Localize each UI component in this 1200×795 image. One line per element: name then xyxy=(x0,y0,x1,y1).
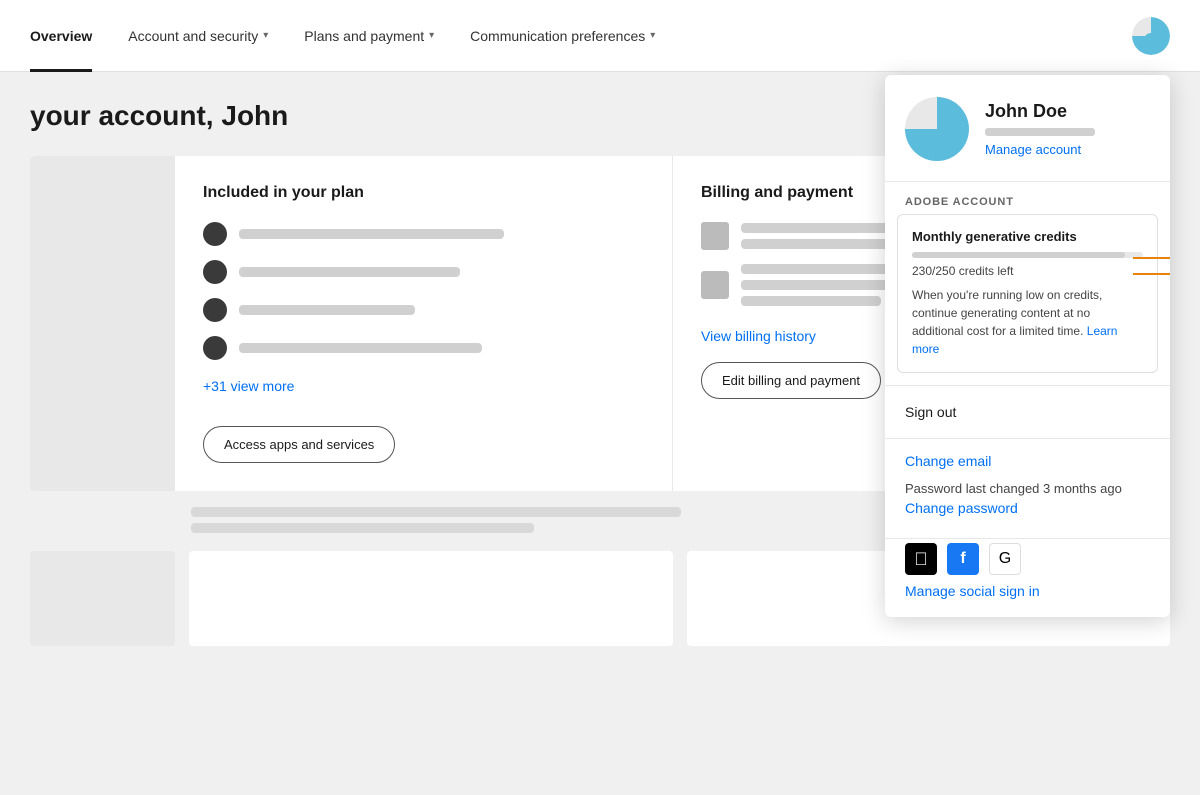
spacer xyxy=(30,507,175,541)
left-panel-skeleton xyxy=(30,156,175,491)
bottom-left-card xyxy=(30,551,175,646)
billing-icon-1 xyxy=(701,222,729,250)
avatar-circle xyxy=(1132,17,1170,55)
facebook-icon: f xyxy=(947,543,979,575)
plan-icon-2 xyxy=(203,260,227,284)
nav-plans-payment-label: Plans and payment xyxy=(304,28,424,44)
plan-line-3 xyxy=(239,305,415,315)
popup-name-bar-skeleton xyxy=(985,128,1095,136)
sign-out-button[interactable]: Sign out xyxy=(885,390,1170,434)
plan-item-3 xyxy=(203,298,644,322)
annotation-b: B xyxy=(1133,266,1170,281)
popup-username: John Doe xyxy=(985,101,1095,122)
plan-line-4 xyxy=(239,343,482,353)
password-last-changed: Password last changed 3 months ago xyxy=(905,481,1150,496)
social-icons-row:  f G xyxy=(905,543,1150,575)
billing-line-2c xyxy=(741,296,881,306)
nav-account-security-label: Account and security xyxy=(128,28,258,44)
annotation-b-line xyxy=(1133,273,1170,275)
apple-icon:  xyxy=(905,543,937,575)
nav-account-security[interactable]: Account and security ▾ xyxy=(110,0,286,72)
plan-item-2 xyxy=(203,260,644,284)
manage-social-link[interactable]: Manage social sign in xyxy=(905,583,1040,599)
plan-icon-1 xyxy=(203,222,227,246)
credits-count: 230/250 credits left xyxy=(912,264,1143,278)
change-password-link[interactable]: Change password xyxy=(905,500,1018,516)
popup-divider-2 xyxy=(885,385,1170,386)
social-sign-in-section:  f G Manage social sign in xyxy=(885,543,1170,617)
popup-adobe-label: Adobe Account xyxy=(885,186,1170,214)
nav-communication-label: Communication preferences xyxy=(470,28,645,44)
popup-divider-3 xyxy=(885,438,1170,439)
annotation-a: A xyxy=(1133,250,1170,265)
plan-icon-3 xyxy=(203,298,227,322)
nav-overview[interactable]: Overview xyxy=(30,0,110,72)
extra-skeleton-2 xyxy=(191,523,534,533)
nav-plans-payment[interactable]: Plans and payment ▾ xyxy=(286,0,452,72)
google-icon: G xyxy=(989,543,1021,575)
plan-section: Included in your plan xyxy=(175,156,673,491)
plan-item-4 xyxy=(203,336,644,360)
credits-bar-fill xyxy=(912,252,1125,258)
credits-description: When you're running low on credits, cont… xyxy=(912,286,1143,358)
billing-icon-2 xyxy=(701,271,729,299)
manage-account-link[interactable]: Manage account xyxy=(985,142,1095,157)
popup-divider-4 xyxy=(885,538,1170,539)
credits-desc-text: When you're running low on credits, cont… xyxy=(912,288,1102,338)
bottom-center-card xyxy=(189,551,673,646)
account-dropdown-popup: John Doe Manage account Adobe Account Mo… xyxy=(885,75,1170,617)
change-email-link[interactable]: Change email xyxy=(905,453,1150,469)
plan-line-2 xyxy=(239,267,460,277)
annotation-a-line xyxy=(1133,257,1170,259)
popup-header: John Doe Manage account xyxy=(885,75,1170,177)
account-security-chevron-icon: ▾ xyxy=(263,30,268,41)
plan-section-title: Included in your plan xyxy=(203,184,644,202)
popup-divider-1 xyxy=(885,181,1170,182)
credits-bar-container: A xyxy=(912,252,1143,258)
main-container: Overview Account and security ▾ Plans an… xyxy=(0,0,1200,795)
nav-communication[interactable]: Communication preferences ▾ xyxy=(452,0,673,72)
credits-count-row: 230/250 credits left B xyxy=(912,264,1143,278)
communication-chevron-icon: ▾ xyxy=(650,30,655,41)
plan-line-1 xyxy=(239,229,504,239)
avatar[interactable] xyxy=(1132,17,1170,55)
popup-user-info: John Doe Manage account xyxy=(985,101,1095,157)
account-security-section: Change email Password last changed 3 mon… xyxy=(885,443,1170,534)
plans-payment-chevron-icon: ▾ xyxy=(429,30,434,41)
view-more-link[interactable]: +31 view more xyxy=(203,378,294,394)
view-billing-link[interactable]: View billing history xyxy=(701,328,816,344)
popup-avatar xyxy=(905,97,969,161)
edit-billing-button[interactable]: Edit billing and payment xyxy=(701,362,881,399)
extra-skeleton-1 xyxy=(191,507,681,517)
credits-card: Monthly generative credits A 230/250 cre… xyxy=(897,214,1158,373)
credits-title: Monthly generative credits xyxy=(912,229,1143,244)
nav-overview-label: Overview xyxy=(30,28,92,44)
navbar: Overview Account and security ▾ Plans an… xyxy=(0,0,1200,72)
access-apps-button[interactable]: Access apps and services xyxy=(203,426,395,463)
plan-icon-4 xyxy=(203,336,227,360)
plan-item-1 xyxy=(203,222,644,246)
